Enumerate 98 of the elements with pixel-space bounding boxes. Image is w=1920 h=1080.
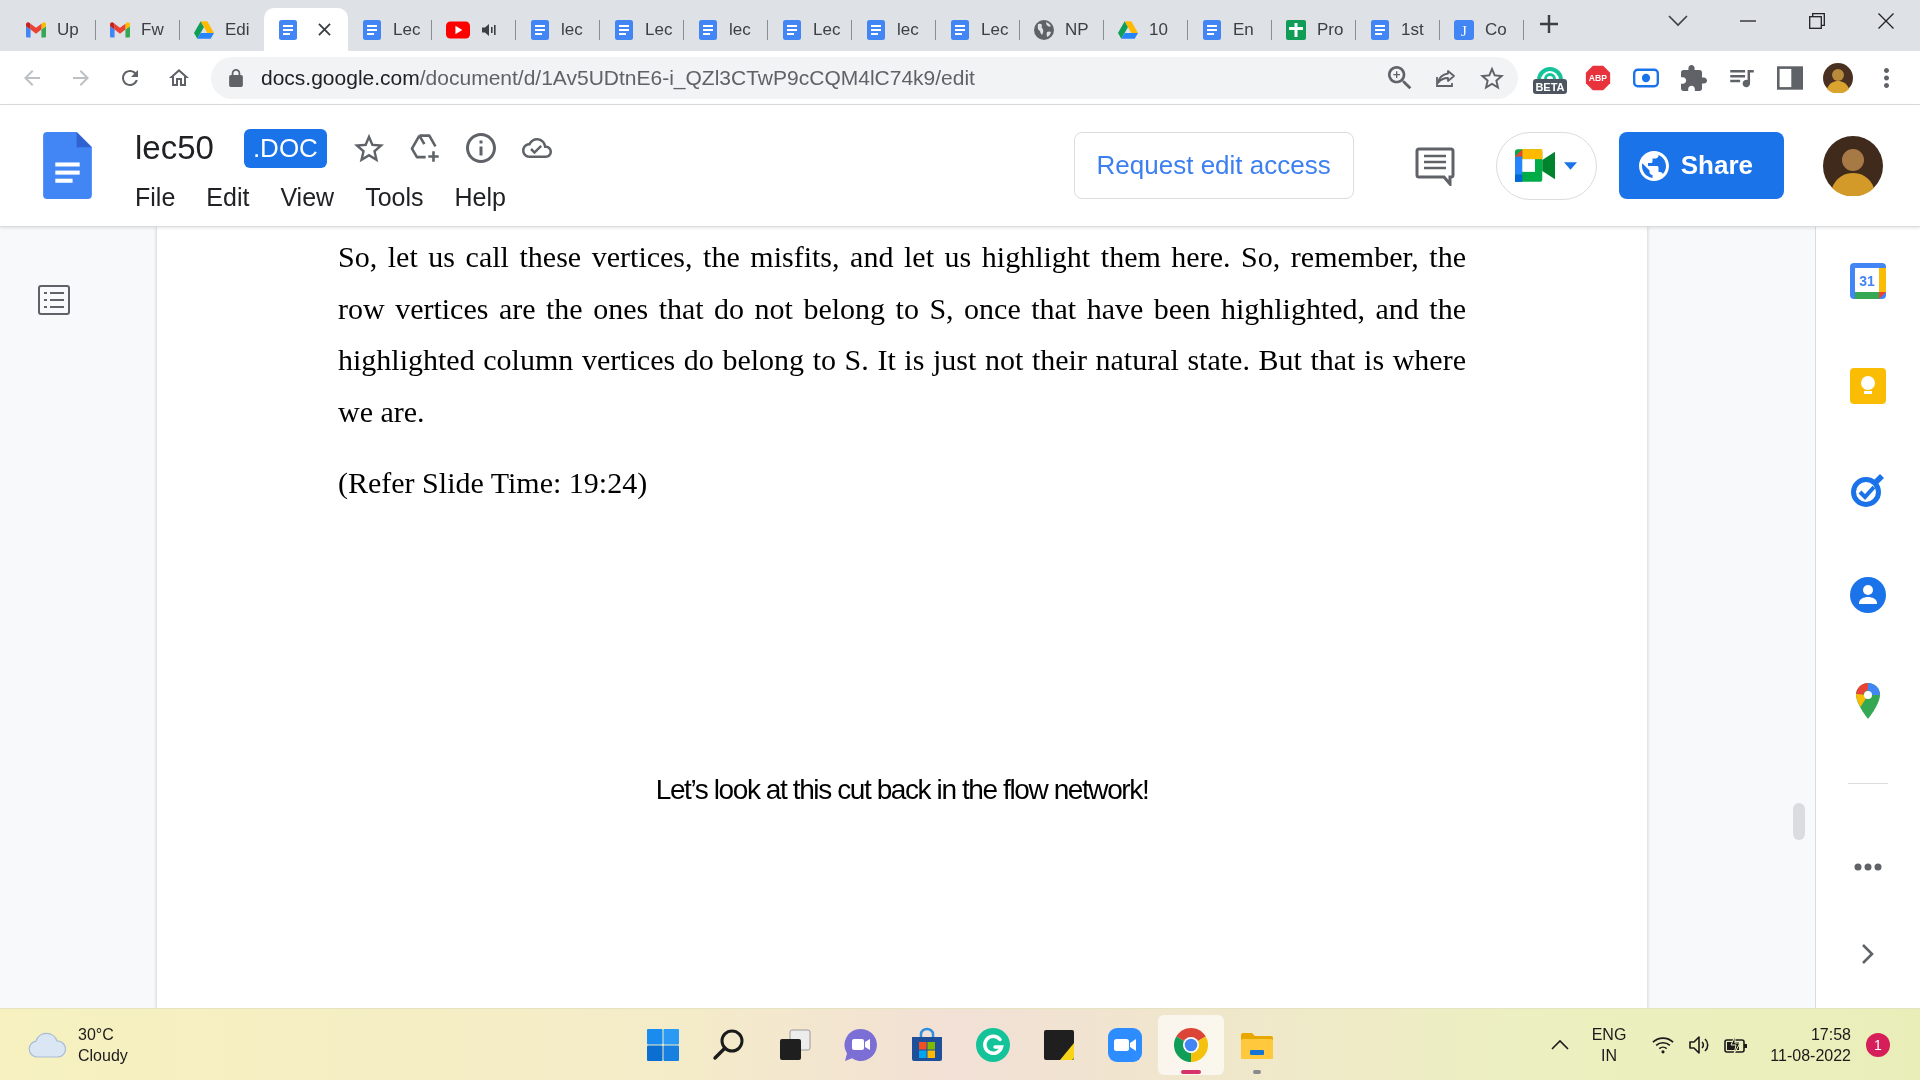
map-pin-icon[interactable] xyxy=(1856,683,1880,719)
chat-icon[interactable] xyxy=(843,1026,879,1063)
browser-icon[interactable] xyxy=(1173,1026,1209,1063)
url-text[interactable]: docs.google.com/document/d/1Av5UDtnE6-i_QZl3CTwP9cCQM4lC74k9/edit xyxy=(261,65,975,90)
close-icon[interactable] xyxy=(318,23,331,36)
letter-icon: J xyxy=(1454,19,1474,40)
chevron-right-icon[interactable] xyxy=(1861,943,1875,965)
browser-tab[interactable]: 1st xyxy=(1356,8,1440,51)
browser-tab[interactable]: lec xyxy=(684,8,768,51)
browser-tab[interactable]: lec xyxy=(852,8,936,51)
wifi-icon[interactable] xyxy=(1652,1035,1675,1054)
browser-tab[interactable]: En xyxy=(1188,8,1272,51)
address-bar[interactable]: docs.google.com/document/d/1Av5UDtnE6-i_QZl3CTwP9cCQM4lC74k9/edit xyxy=(211,56,1518,99)
start-icon[interactable] xyxy=(645,1026,681,1063)
caret-icon xyxy=(1564,161,1578,170)
notification-badge[interactable]: 1 xyxy=(1866,1032,1890,1057)
triangle-plus-icon[interactable] xyxy=(409,133,440,163)
octagon-icon[interactable]: ABP xyxy=(1585,64,1611,91)
weather-condition[interactable]: Cloudy xyxy=(78,1044,128,1066)
play-icon xyxy=(446,20,470,39)
browser-tab[interactable]: Pro xyxy=(1272,8,1356,51)
scrollbar-thumb[interactable] xyxy=(1793,803,1805,840)
input-region[interactable]: IN xyxy=(1601,1044,1617,1066)
browser-tab[interactable]: lec xyxy=(516,8,600,51)
menu-item[interactable]: Tools xyxy=(359,182,430,212)
document-icon xyxy=(782,19,802,40)
document-icon xyxy=(1202,19,1222,40)
avatar-icon[interactable] xyxy=(1823,62,1853,93)
triangle-logo-icon xyxy=(1118,19,1138,40)
check-circle-icon[interactable] xyxy=(1850,472,1886,508)
chevron-up-icon[interactable] xyxy=(1549,1038,1570,1051)
info-icon[interactable] xyxy=(465,133,496,163)
store-icon[interactable] xyxy=(909,1026,945,1063)
side-panel-icon[interactable] xyxy=(1777,64,1803,91)
clock-time[interactable]: 17:58 xyxy=(1810,1023,1851,1045)
document-icon xyxy=(278,19,298,40)
browser-tab[interactable]: NP xyxy=(1020,8,1104,51)
document-icon xyxy=(614,19,634,40)
mail-icon xyxy=(26,19,46,40)
close-window-icon[interactable] xyxy=(1877,13,1894,29)
menu-item[interactable]: File xyxy=(129,182,182,212)
volume-icon[interactable] xyxy=(1688,1033,1711,1056)
outline-icon[interactable] xyxy=(38,285,70,315)
file-type-badge: .DOC xyxy=(243,128,327,168)
document-icon xyxy=(950,19,970,40)
globe-icon xyxy=(1638,150,1669,181)
browser-tab[interactable]: Fw xyxy=(96,8,180,51)
mail-icon xyxy=(110,19,130,40)
menu-item[interactable]: Help xyxy=(448,182,512,212)
lock-icon[interactable] xyxy=(229,68,243,87)
plus-icon[interactable] xyxy=(1539,14,1559,34)
speaker-icon[interactable] xyxy=(481,21,497,38)
browser-tab[interactable]: J Co xyxy=(1440,8,1524,51)
browser-tab[interactable]: Lec xyxy=(936,8,1020,51)
video-camera-icon[interactable] xyxy=(1107,1026,1143,1063)
menu-item[interactable]: View xyxy=(274,182,341,212)
browser-tab[interactable]: Lec xyxy=(348,8,432,51)
browser-tab[interactable]: Lec xyxy=(600,8,684,51)
video-camera-icon xyxy=(1515,149,1556,182)
document-icon xyxy=(866,19,886,40)
puzzle-icon[interactable] xyxy=(1681,64,1707,91)
more-icon[interactable] xyxy=(1854,863,1882,871)
avatar-icon[interactable] xyxy=(1823,135,1883,196)
input-language[interactable]: ENG xyxy=(1591,1023,1627,1045)
restore-icon[interactable] xyxy=(1808,13,1825,29)
spreadsheet-icon xyxy=(1286,19,1306,40)
share-button[interactable]: Share xyxy=(1618,132,1784,199)
person-icon[interactable] xyxy=(1850,577,1886,613)
document-title[interactable]: lec50 xyxy=(135,129,214,167)
browser-tab[interactable] xyxy=(264,8,348,51)
globe-icon xyxy=(1034,19,1054,40)
browser-tab[interactable]: Edi xyxy=(180,8,264,51)
active-app-tile[interactable] xyxy=(1158,1014,1224,1075)
chevron-down-icon[interactable] xyxy=(1668,15,1688,27)
task-view-icon[interactable] xyxy=(777,1026,813,1063)
battery-icon[interactable] xyxy=(1724,1034,1749,1055)
document-icon xyxy=(530,19,550,40)
menu-item[interactable]: Edit xyxy=(200,182,256,212)
star-icon[interactable] xyxy=(1480,65,1504,90)
calendar-icon[interactable]: 31 xyxy=(1850,263,1886,299)
triangle-logo-icon xyxy=(194,19,214,40)
browser-tab[interactable]: Lec xyxy=(768,8,852,51)
zoom-in-icon[interactable] xyxy=(1388,65,1412,90)
document-icon xyxy=(698,19,718,40)
document-icon xyxy=(1370,19,1390,40)
document-logo-icon[interactable] xyxy=(43,132,92,199)
paragraph-text: So, let us call these vertices, the misfits, and let us highlight them here. So, remember, the row vertices are the ones that do not belong to S, once that have been highlighted, and the highlighted column vertices do belong to S. It is just not their natural state. But that is where we are. xyxy=(338,239,1466,430)
request-edit-button[interactable]: Request edit access xyxy=(1073,132,1354,199)
more-vertical-icon[interactable] xyxy=(1883,67,1889,88)
slide-time-caption: (Refer Slide Time: 19:24) xyxy=(338,465,648,501)
browser-tab[interactable]: Up xyxy=(12,8,96,51)
browser-tab[interactable]: 10 xyxy=(1104,8,1188,51)
clock-date[interactable]: 11-08-2022 xyxy=(1770,1044,1851,1066)
star-icon[interactable] xyxy=(353,133,384,163)
slide-heading: Let’s look at this cut back in the flow network! xyxy=(655,772,1149,807)
temperature-text[interactable]: 30°C xyxy=(78,1023,128,1045)
document-icon xyxy=(362,19,382,40)
comment-icon[interactable] xyxy=(1414,145,1455,186)
